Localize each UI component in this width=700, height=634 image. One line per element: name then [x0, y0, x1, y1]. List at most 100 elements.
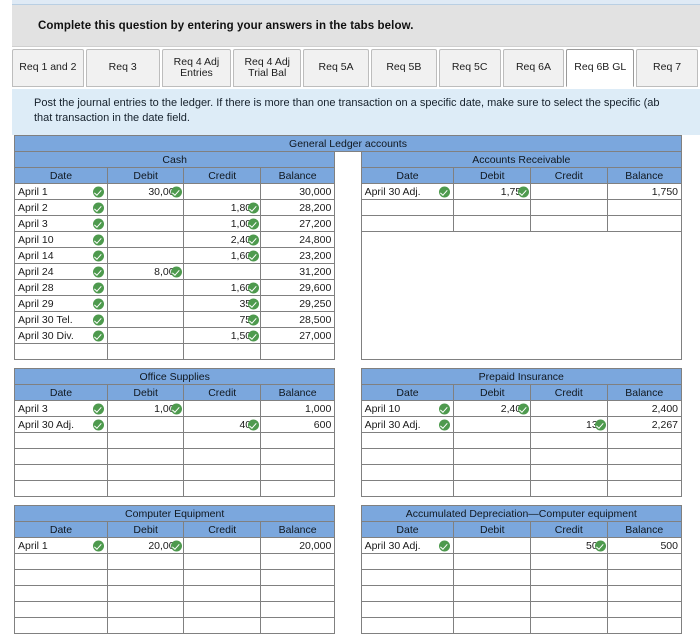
tab-req-4-adj-entries[interactable]: Req 4 Adj Entries [161, 49, 232, 87]
date-cell[interactable]: April 10 [14, 231, 108, 248]
credit-cell[interactable] [530, 464, 608, 481]
date-cell[interactable]: April 10 [360, 400, 455, 417]
debit-cell[interactable] [106, 617, 185, 634]
date-cell[interactable]: April 30 Div. [14, 327, 108, 344]
date-cell[interactable]: April 3 [14, 400, 108, 417]
debit-cell[interactable] [453, 448, 532, 465]
credit-cell[interactable] [183, 400, 261, 417]
tab-req-5b[interactable]: Req 5B [370, 49, 437, 87]
credit-cell[interactable] [183, 464, 261, 481]
credit-cell[interactable]: 1,500 [183, 327, 261, 344]
date-cell[interactable] [360, 448, 455, 465]
credit-cell[interactable]: 400 [183, 416, 261, 433]
debit-cell[interactable] [453, 617, 532, 634]
credit-cell[interactable] [183, 537, 261, 554]
date-cell[interactable] [14, 448, 108, 465]
credit-cell[interactable] [530, 215, 608, 232]
debit-cell[interactable] [106, 432, 185, 449]
date-cell[interactable] [360, 199, 455, 216]
debit-cell[interactable] [106, 448, 185, 465]
credit-cell[interactable] [530, 553, 608, 570]
date-cell[interactable] [360, 432, 455, 449]
date-cell[interactable] [14, 569, 108, 586]
date-cell[interactable]: April 30 Adj. [360, 416, 455, 433]
credit-cell[interactable] [530, 183, 608, 200]
debit-cell[interactable] [106, 279, 185, 296]
credit-cell[interactable]: 500 [530, 537, 608, 554]
credit-cell[interactable]: 1,800 [183, 199, 261, 216]
date-cell[interactable]: April 1 [14, 537, 108, 554]
credit-cell[interactable] [530, 199, 608, 216]
debit-cell[interactable]: 1,750 [453, 183, 532, 200]
date-cell[interactable] [360, 553, 455, 570]
debit-cell[interactable]: 20,000 [106, 537, 185, 554]
credit-cell[interactable]: 2,400 [183, 231, 261, 248]
empty-ledger-area[interactable] [360, 231, 683, 360]
date-cell[interactable]: April 24 [14, 263, 108, 280]
debit-cell[interactable]: 2,400 [453, 400, 532, 417]
tab-req-1-and-2[interactable]: Req 1 and 2 [12, 49, 84, 87]
debit-cell[interactable] [453, 585, 532, 602]
debit-cell[interactable] [106, 231, 185, 248]
credit-cell[interactable]: 1,600 [183, 279, 261, 296]
date-cell[interactable] [14, 480, 108, 497]
credit-cell[interactable] [183, 617, 261, 634]
debit-cell[interactable] [106, 311, 185, 328]
credit-cell[interactable] [530, 601, 608, 618]
credit-cell[interactable] [183, 480, 261, 497]
debit-cell[interactable] [106, 569, 185, 586]
credit-cell[interactable]: 350 [183, 295, 261, 312]
credit-cell[interactable] [183, 569, 261, 586]
debit-cell[interactable] [106, 247, 185, 264]
date-cell[interactable] [14, 343, 108, 360]
credit-cell[interactable] [530, 569, 608, 586]
credit-cell[interactable] [183, 432, 261, 449]
debit-cell[interactable] [106, 553, 185, 570]
debit-cell[interactable] [453, 416, 532, 433]
tab-req-6b-gl[interactable]: Req 6B GL [566, 49, 635, 87]
date-cell[interactable] [360, 464, 455, 481]
debit-cell[interactable]: 1,000 [106, 400, 185, 417]
credit-cell[interactable] [183, 263, 261, 280]
date-cell[interactable] [360, 480, 455, 497]
credit-cell[interactable] [530, 448, 608, 465]
credit-cell[interactable] [183, 183, 261, 200]
debit-cell[interactable] [453, 199, 532, 216]
credit-cell[interactable]: 750 [183, 311, 261, 328]
credit-cell[interactable] [183, 601, 261, 618]
debit-cell[interactable] [106, 601, 185, 618]
date-cell[interactable]: April 30 Adj. [360, 183, 455, 200]
credit-cell[interactable] [530, 585, 608, 602]
date-cell[interactable]: April 29 [14, 295, 108, 312]
tab-req-6a[interactable]: Req 6A [502, 49, 565, 87]
debit-cell[interactable] [106, 585, 185, 602]
date-cell[interactable] [14, 585, 108, 602]
debit-cell[interactable] [453, 601, 532, 618]
credit-cell[interactable]: 1,600 [183, 247, 261, 264]
debit-cell[interactable]: 30,000 [106, 183, 185, 200]
date-cell[interactable]: April 28 [14, 279, 108, 296]
date-cell[interactable]: April 14 [14, 247, 108, 264]
date-cell[interactable]: April 30 Tel. [14, 311, 108, 328]
debit-cell[interactable] [106, 295, 185, 312]
date-cell[interactable] [14, 553, 108, 570]
credit-cell[interactable]: 1,000 [183, 215, 261, 232]
date-cell[interactable] [360, 585, 455, 602]
date-cell[interactable] [360, 601, 455, 618]
credit-cell[interactable] [530, 617, 608, 634]
date-cell[interactable] [14, 432, 108, 449]
debit-cell[interactable] [453, 432, 532, 449]
date-cell[interactable]: April 1 [14, 183, 108, 200]
date-cell[interactable] [360, 617, 455, 634]
tab-req-5c[interactable]: Req 5C [438, 49, 501, 87]
credit-cell[interactable] [183, 343, 261, 360]
tab-req-5a[interactable]: Req 5A [303, 49, 369, 87]
credit-cell[interactable] [183, 553, 261, 570]
debit-cell[interactable] [106, 480, 185, 497]
debit-cell[interactable] [453, 553, 532, 570]
debit-cell[interactable] [106, 416, 185, 433]
debit-cell[interactable] [106, 215, 185, 232]
credit-cell[interactable] [183, 448, 261, 465]
debit-cell[interactable] [453, 537, 532, 554]
tab-req-3[interactable]: Req 3 [85, 49, 160, 87]
